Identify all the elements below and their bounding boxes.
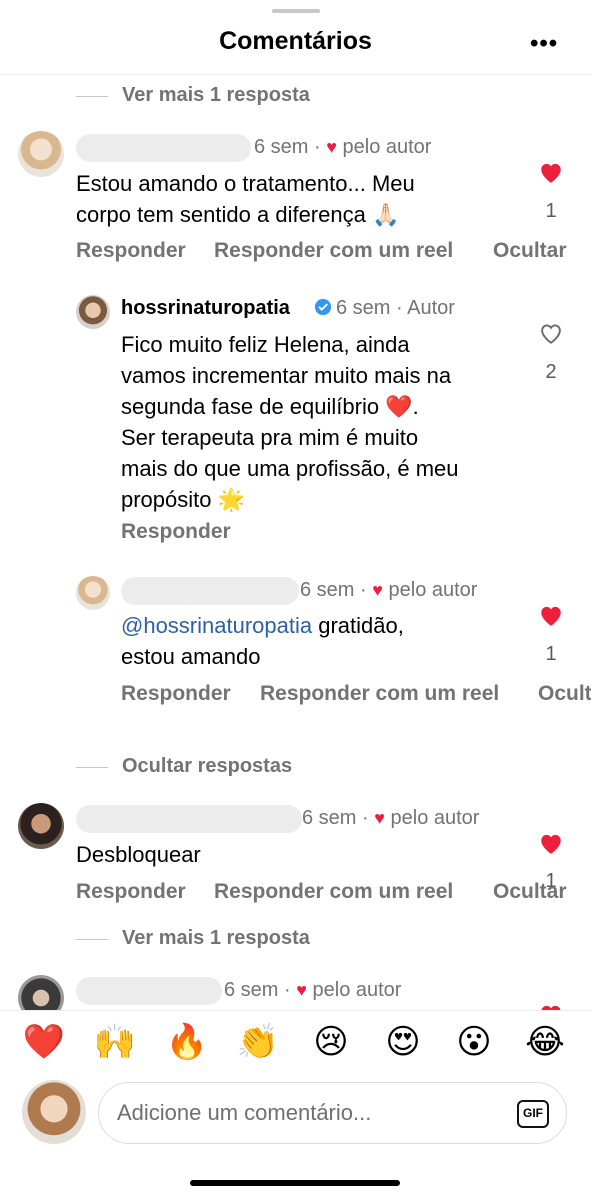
hide-button[interactable]: Ocultar <box>493 880 567 904</box>
comment-text: Estou amando o tratamento... Meu corpo t… <box>76 168 415 230</box>
username-redacted <box>121 577 299 605</box>
hide-replies-link[interactable]: Ocultar respostas <box>122 755 292 778</box>
like-heart-outline-icon[interactable] <box>537 321 565 350</box>
reply-with-reel-button[interactable]: Responder com um reel <box>214 239 453 263</box>
avatar[interactable] <box>18 131 64 177</box>
drag-handle[interactable] <box>272 9 320 13</box>
reply-button[interactable]: Responder <box>121 520 231 544</box>
reaction-clap-emoji[interactable]: 👏 <box>235 1022 281 1062</box>
hide-button[interactable]: Ocultar <box>493 239 567 263</box>
comments-sheet: Comentários ••• Ver mais 1 resposta 6 se… <box>0 0 591 1199</box>
like-count: 1 <box>545 643 557 665</box>
timestamp: 6 sem <box>302 807 357 829</box>
username[interactable]: hossrinaturopatia <box>121 297 290 320</box>
quick-reactions-bar: ❤️ 🙌 🔥 👏 😢 😍 😮 😂 <box>0 1022 591 1072</box>
mention-link[interactable]: @hossrinaturopatia <box>121 613 312 638</box>
thread-line <box>76 96 108 97</box>
username-redacted <box>76 134 251 162</box>
view-more-replies-link[interactable]: Ver mais 1 resposta <box>122 927 310 950</box>
like-heart-icon[interactable] <box>537 831 565 860</box>
reply-button[interactable]: Responder <box>76 880 186 904</box>
comment-text: Fico muito feliz Helena, ainda vamos inc… <box>121 329 459 515</box>
comment-line: segunda fase de equilíbrio ❤️. <box>121 394 419 419</box>
reaction-raised-hands-emoji[interactable]: 🙌 <box>92 1022 138 1062</box>
like-count: 1 <box>545 200 557 222</box>
reply-with-reel-button[interactable]: Responder com um reel <box>214 880 453 904</box>
verified-badge-icon <box>314 298 332 321</box>
comment-line: Ser terapeuta pra mim é muito <box>121 425 419 450</box>
reaction-crying-emoji[interactable]: 😢 <box>308 1022 354 1062</box>
like-heart-icon[interactable] <box>537 160 565 189</box>
comment-line: gratidão, <box>312 613 404 638</box>
comment-meta: 6 sem · Autor <box>336 297 455 319</box>
author-label: Autor <box>407 297 455 319</box>
comment-line: corpo tem sentido a diferença 🙏🏻 <box>76 202 400 227</box>
avatar[interactable] <box>76 576 110 610</box>
comment-line: Estou amando o tratamento... Meu <box>76 171 415 196</box>
thread-line <box>76 767 108 768</box>
page-title: Comentários <box>219 27 372 55</box>
comment-line: vamos incrementar muito mais na <box>121 363 452 388</box>
comment-meta: 6 sem · ♥ pelo autor <box>300 579 478 601</box>
reaction-surprised-emoji[interactable]: 😮 <box>451 1022 497 1062</box>
comment-text: @hossrinaturopatia gratidão, estou amand… <box>121 610 404 672</box>
reply-button[interactable]: Responder <box>121 682 231 706</box>
comment-text: Desbloquear <box>76 842 201 867</box>
comment-meta: 6 sem · ♥ pelo autor <box>224 979 402 1001</box>
author-liked-badge: pelo autor <box>312 979 402 1001</box>
reply-button[interactable]: Responder <box>76 239 186 263</box>
comment-line: mais do que uma profissão, é meu <box>121 456 459 481</box>
author-liked-badge: pelo autor <box>388 579 478 601</box>
heart-icon: ♥ <box>296 980 307 1000</box>
reaction-heart-emoji[interactable]: ❤️ <box>21 1022 67 1062</box>
reaction-heart-eyes-emoji[interactable]: 😍 <box>380 1022 426 1062</box>
timestamp: 6 sem <box>300 579 355 601</box>
view-more-replies-link[interactable]: Ver mais 1 resposta <box>122 84 310 107</box>
my-avatar <box>22 1080 86 1144</box>
heart-icon: ♥ <box>326 137 337 157</box>
hide-button[interactable]: Ocult <box>538 682 591 706</box>
reaction-laughing-emoji[interactable]: 😂 <box>522 1022 568 1062</box>
comment-meta: 6 sem · ♥ pelo autor <box>254 136 432 158</box>
avatar[interactable] <box>18 803 64 849</box>
author-liked-badge: pelo autor <box>390 807 480 829</box>
reply-with-reel-button[interactable]: Responder com um reel <box>260 682 499 706</box>
timestamp: 6 sem <box>254 136 309 158</box>
comment-input[interactable] <box>117 1097 497 1129</box>
comment-line: estou amando <box>121 644 261 669</box>
like-heart-icon[interactable] <box>537 1002 565 1010</box>
username-redacted <box>76 805 302 833</box>
username-redacted <box>76 977 222 1005</box>
comment-input-box[interactable]: GIF <box>98 1082 567 1144</box>
home-indicator[interactable] <box>190 1180 400 1186</box>
comment-line: Fico muito feliz Helena, ainda <box>121 332 410 357</box>
author-avatar[interactable] <box>76 295 110 329</box>
thread-line <box>76 939 108 940</box>
reaction-fire-emoji[interactable]: 🔥 <box>164 1022 210 1062</box>
timestamp: 6 sem <box>336 297 391 319</box>
like-count: 2 <box>545 361 557 383</box>
gif-button[interactable]: GIF <box>517 1100 549 1128</box>
more-options-icon[interactable]: ••• <box>530 30 558 58</box>
timestamp: 6 sem <box>224 979 279 1001</box>
like-heart-icon[interactable] <box>537 603 565 632</box>
comment-line: propósito 🌟 <box>121 487 246 512</box>
header-divider <box>0 74 591 75</box>
heart-icon: ♥ <box>374 808 385 828</box>
author-liked-badge: pelo autor <box>342 136 432 158</box>
heart-icon: ♥ <box>372 580 383 600</box>
comment-meta: 6 sem · ♥ pelo autor <box>302 807 480 829</box>
